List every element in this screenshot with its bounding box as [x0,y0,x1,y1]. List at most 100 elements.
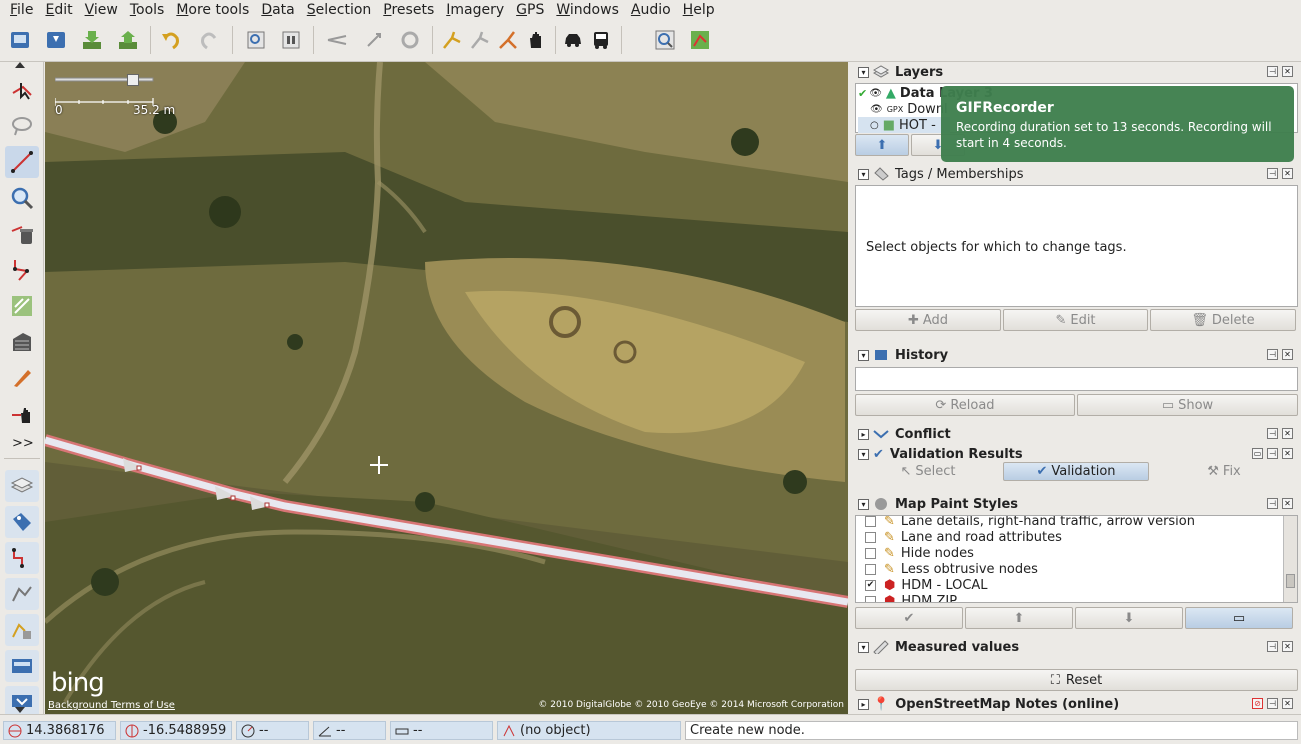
style-checkbox[interactable] [865,547,876,559]
menu-help[interactable]: Help [677,2,721,18]
menu-selection[interactable]: Selection [301,2,378,18]
dock-icon[interactable]: ⊣ [1267,168,1278,179]
style-row[interactable]: ✎ Lane details, right-hand traffic, arrow… [860,516,1195,529]
freehand-icon[interactable] [5,362,39,394]
collapse-icon[interactable]: ▾ [858,498,869,510]
collapse-icon[interactable]: ▾ [858,168,869,180]
vehicle-icon[interactable] [585,23,617,57]
move-up-icon[interactable]: ⬆ [855,134,909,156]
style-row[interactable]: ✔ ⬢ HDM - LOCAL [860,577,988,593]
style-row[interactable]: ⬢ HDM ZIP [860,593,957,602]
menu-gps[interactable]: GPS [510,2,550,18]
menu-more-tools[interactable]: More tools [170,2,255,18]
close-icon[interactable]: ✕ [1282,498,1293,509]
menu-data[interactable]: Data [255,2,300,18]
scrollbar[interactable] [1283,516,1297,602]
upload-icon[interactable] [112,23,144,57]
menu-tools[interactable]: Tools [124,2,171,18]
preferences-icon[interactable] [240,23,272,57]
validation-panel-header[interactable]: ▾ ✔ Validation Results ▭ ⊣ ✕ [854,445,1299,463]
gif-recorder-icon[interactable] [684,23,716,57]
dock-icon[interactable]: ⊣ [1267,448,1278,459]
select-icon[interactable] [5,74,39,106]
relation-toggle-icon[interactable] [5,542,39,574]
zoom-icon[interactable] [5,182,39,214]
dock-icon[interactable]: ⊣ [1267,698,1278,709]
open-file-icon[interactable] [4,23,36,57]
gif-recorder-notification[interactable]: GIFRecorder Recording duration set to 13… [941,86,1294,162]
close-icon[interactable]: ✕ [1282,66,1293,77]
conflict-panel-header[interactable]: ▸ Conflict ⊣ ✕ [854,425,1299,443]
style-settings-icon[interactable]: ▭ [1185,607,1293,629]
scroll-down-icon[interactable] [15,707,25,713]
style-checkbox[interactable] [865,563,876,575]
style-checkbox[interactable] [865,516,876,527]
select-button[interactable]: ↖ Select [855,462,1001,481]
menu-audio[interactable]: Audio [625,2,677,18]
map-view[interactable]: 0 35.2 m bing Background Terms of Use © … [45,62,848,714]
menu-edit[interactable]: Edit [39,2,78,18]
collapse-icon[interactable]: ▾ [858,448,869,460]
notes-panel-header[interactable]: ▸ 📍 OpenStreetMap Notes (online) ⊘ ⊣ ✕ [854,695,1299,713]
style-row[interactable]: ✎ Hide nodes [860,545,974,561]
layers-panel-header[interactable]: ▾ Layers ⊣ ✕ [854,63,1299,81]
imagery-toggle-icon[interactable] [5,650,39,682]
menu-view[interactable]: View [79,2,124,18]
tags-toggle-icon[interactable] [5,506,39,538]
cycle-icon[interactable] [394,23,426,57]
select-hand-icon[interactable] [5,398,39,430]
close-icon[interactable]: ✕ [1282,349,1293,360]
add-tag-button[interactable]: ✚ Add [855,309,1001,331]
sort-icon[interactable] [321,23,353,57]
close-icon[interactable]: ✕ [1282,428,1293,439]
expand-icon[interactable]: ▸ [858,428,869,440]
layer-row[interactable]: ○ ■ HOT - [858,117,950,133]
selection-toggle-icon[interactable] [5,578,39,610]
menu-file[interactable]: File [4,2,39,18]
parallel-icon[interactable] [5,290,39,322]
offline-icon[interactable]: ⊘ [1252,698,1263,709]
dock-icon[interactable]: ⊣ [1267,428,1278,439]
visible-eye-icon[interactable]: 👁 [869,88,882,99]
mirror-icon[interactable] [358,23,390,57]
collapse-icon[interactable]: ▾ [858,66,869,78]
delete-icon[interactable] [5,218,39,250]
map-paint-icon[interactable] [275,23,307,57]
menu-presets[interactable]: Presets [377,2,440,18]
more-tools-label[interactable]: >> [12,436,34,451]
reload-button[interactable]: ⟳ Reload [855,394,1075,416]
filter-toggle-icon[interactable] [5,614,39,646]
background-terms-link[interactable]: Background Terms of Use [48,700,175,711]
style-checkbox[interactable]: ✔ [865,579,876,591]
lasso-icon[interactable] [5,110,39,142]
tags-panel-header[interactable]: ▾ Tags / Memberships ⊣ ✕ [854,165,1299,183]
close-icon[interactable]: ✕ [1282,698,1293,709]
dock-icon[interactable]: ⊣ [1267,349,1278,360]
dock-icon[interactable]: ⊣ [1267,498,1278,509]
layer-row[interactable]: 👁 GPX Downl [858,101,948,117]
download-icon[interactable] [76,23,108,57]
scroll-up-icon[interactable] [15,62,25,68]
edit-tag-button[interactable]: ✎ Edit [1003,309,1148,331]
zoom-slider-thumb[interactable] [127,74,140,86]
style-checkbox[interactable] [865,531,876,543]
settings-icon[interactable]: ▭ [1252,448,1263,459]
show-button[interactable]: ▭ Show [1077,394,1298,416]
layers-toggle-icon[interactable] [5,470,39,502]
expand-icon[interactable]: ▸ [858,698,869,710]
save-icon[interactable] [40,23,72,57]
search-zoom-icon[interactable] [649,23,681,57]
dock-icon[interactable]: ⊣ [1267,641,1278,652]
close-icon[interactable]: ✕ [1282,448,1293,459]
visible-eye-icon[interactable]: 👁 [870,104,883,115]
style-row[interactable]: ✎ Lane and road attributes [860,529,1062,545]
map-paint-panel-header[interactable]: ▾ Map Paint Styles ⊣ ✕ [854,495,1299,513]
style-up-icon[interactable]: ⬆ [965,607,1073,629]
building-icon[interactable] [5,326,39,358]
measured-panel-header[interactable]: ▾ Measured values ⊣ ✕ [854,638,1299,656]
collapse-icon[interactable]: ▾ [858,349,869,361]
improve-way-icon[interactable] [5,254,39,286]
redo-icon[interactable] [193,23,225,57]
style-down-icon[interactable]: ⬇ [1075,607,1183,629]
reset-button[interactable]: ⛶ Reset [855,669,1298,691]
